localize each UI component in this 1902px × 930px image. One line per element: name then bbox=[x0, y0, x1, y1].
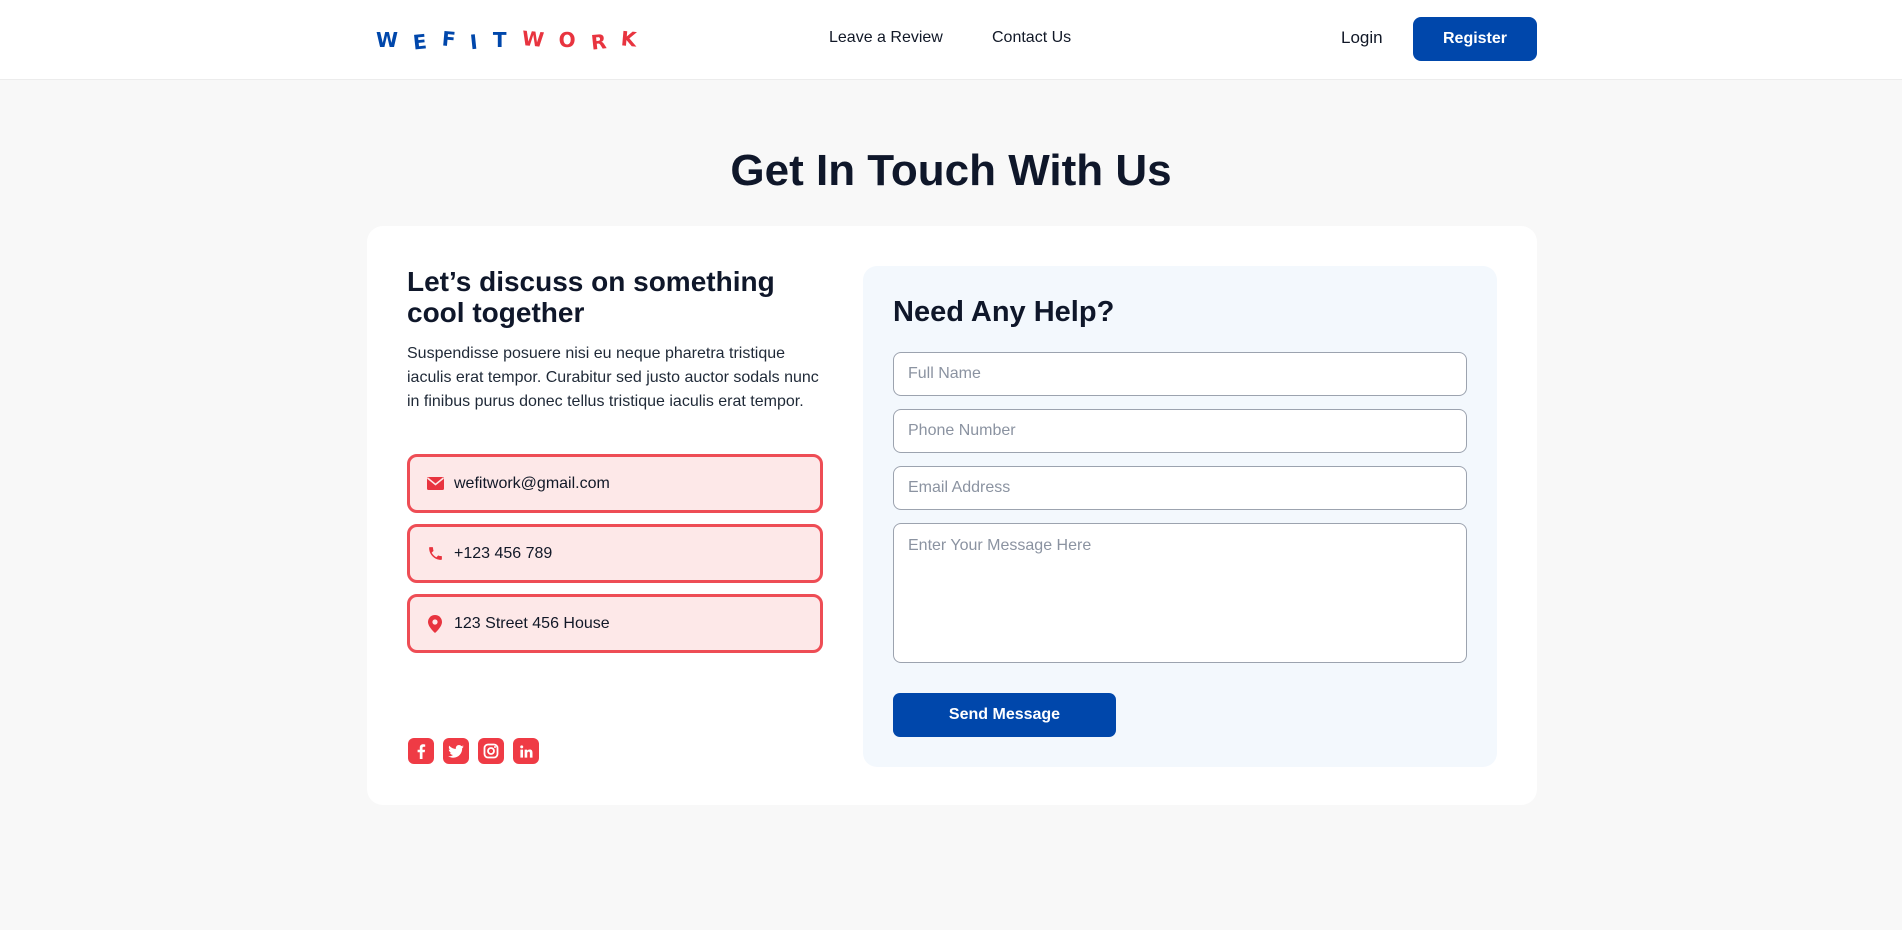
instagram-icon[interactable] bbox=[478, 738, 504, 764]
help-form-title: Need Any Help? bbox=[893, 296, 1115, 328]
logo-letter: F bbox=[440, 26, 457, 52]
message-textarea[interactable] bbox=[893, 523, 1467, 663]
address-contact-box[interactable]: 123 Street 456 House bbox=[407, 594, 823, 653]
top-navbar: W E F I T W O R K Leave a Review Contact… bbox=[0, 0, 1902, 80]
email-contact-box[interactable]: wefitwork@gmail.com bbox=[407, 454, 823, 513]
envelope-icon bbox=[426, 475, 444, 493]
phone-contact-box[interactable]: +123 456 789 bbox=[407, 524, 823, 583]
register-button[interactable]: Register bbox=[1413, 17, 1537, 61]
contact-info-section: Let’s discuss on something cool together… bbox=[407, 266, 823, 414]
twitter-icon[interactable] bbox=[443, 738, 469, 764]
logo-letter: E bbox=[411, 29, 428, 55]
contact-card: Let’s discuss on something cool together… bbox=[367, 226, 1537, 805]
nav-contact-us-link[interactable]: Contact Us bbox=[992, 29, 1071, 47]
phone-number-input[interactable] bbox=[893, 409, 1467, 453]
email-address-input[interactable] bbox=[893, 466, 1467, 510]
map-pin-icon bbox=[426, 614, 444, 633]
logo-letter: W bbox=[520, 26, 545, 52]
login-link[interactable]: Login bbox=[1341, 28, 1383, 48]
address-text: 123 Street 456 House bbox=[454, 614, 610, 632]
contact-heading: Let’s discuss on something cool together bbox=[407, 266, 775, 328]
page-title: Get In Touch With Us bbox=[730, 146, 1172, 195]
help-form-panel: Need Any Help? Send Message bbox=[863, 266, 1497, 767]
social-links bbox=[408, 738, 539, 764]
send-message-button[interactable]: Send Message bbox=[893, 693, 1116, 737]
wefitwork-logo[interactable]: W E F I T W O R K bbox=[376, 26, 638, 55]
logo-letter: K bbox=[619, 26, 638, 52]
logo-letter: R bbox=[589, 29, 608, 55]
nav-leave-review-link[interactable]: Leave a Review bbox=[829, 29, 943, 47]
logo-letter: O bbox=[558, 28, 576, 52]
linkedin-icon[interactable] bbox=[513, 738, 539, 764]
logo-letter: I bbox=[469, 29, 480, 55]
phone-icon bbox=[426, 545, 444, 563]
full-name-input[interactable] bbox=[893, 352, 1467, 396]
email-text: wefitwork@gmail.com bbox=[454, 474, 610, 492]
facebook-icon[interactable] bbox=[408, 738, 434, 764]
logo-letter: W bbox=[376, 28, 399, 52]
phone-text: +123 456 789 bbox=[454, 544, 553, 562]
contact-description: Suspendisse posuere nisi eu neque pharet… bbox=[407, 345, 819, 410]
logo-letter: T bbox=[492, 28, 507, 52]
